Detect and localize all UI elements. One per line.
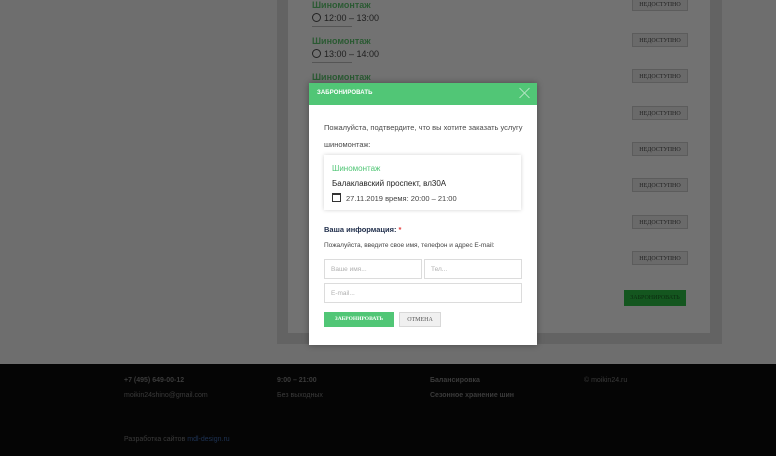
footer-days: Без выходных: [277, 392, 323, 399]
footer-email[interactable]: moikin24shino@gmail.com: [124, 392, 208, 399]
footer-hours: 9:00 – 21:00: [277, 377, 317, 384]
submit-booking-button[interactable]: ЗАБРОНИРОВАТЬ: [324, 312, 394, 327]
unavailable-button[interactable]: НЕДОСТУПНО: [632, 69, 688, 83]
footer-link-storage[interactable]: Сезонное хранение шин: [430, 392, 514, 399]
email-input[interactable]: [324, 283, 522, 303]
confirm-text: Пожалуйста, подтвердите, что вы хотите з…: [324, 123, 523, 149]
footer: +7 (495) 649-00-12 moikin24shino@gmail.c…: [0, 364, 776, 456]
clock-icon: [312, 49, 321, 58]
booking-modal: ЗАБРОНИРОВАТЬ Пожалуйста, подтвердите, ч…: [309, 83, 537, 345]
slot-title: Шиномонтаж: [312, 0, 371, 10]
slot-time: 12:00 – 13:00: [312, 13, 379, 23]
service-name: Шиномонтаж: [332, 164, 381, 173]
slot-time-text: 13:00 – 14:00: [324, 49, 380, 59]
info-label-text: Ваша информация:: [324, 225, 397, 234]
slot-time: 13:00 – 14:00: [312, 49, 379, 59]
unavailable-button[interactable]: НЕДОСТУПНО: [632, 33, 688, 47]
modal-title: ЗАБРОНИРОВАТЬ: [317, 90, 373, 96]
unavailable-button[interactable]: НЕДОСТУПНО: [632, 106, 688, 120]
footer-dev-prefix: Разработка сайтов: [124, 436, 186, 443]
slot-title: Шиномонтаж: [312, 72, 371, 82]
cancel-button[interactable]: ОТМЕНА: [399, 312, 441, 327]
slot-title: Шиномонтаж: [312, 36, 371, 46]
footer-developer: Разработка сайтов mdl-design.ru: [124, 436, 230, 443]
unavailable-button[interactable]: НЕДОСТУПНО: [632, 0, 688, 11]
name-input[interactable]: [324, 259, 422, 279]
slot-subtext: [312, 62, 352, 63]
footer-link-balancing[interactable]: Балансировка: [430, 377, 480, 384]
book-slot-button[interactable]: ЗАБРОНИРОВАТЬ: [624, 290, 686, 306]
unavailable-button[interactable]: НЕДОСТУПНО: [632, 251, 688, 265]
unavailable-button[interactable]: НЕДОСТУПНО: [632, 142, 688, 156]
service-address: Балаклавский проспект, вл30А: [332, 179, 447, 188]
info-label: Ваша информация: *: [324, 225, 401, 234]
calendar-icon: [332, 193, 341, 202]
slot-time-text: 12:00 – 13:00: [324, 13, 380, 23]
clock-icon: [312, 13, 321, 22]
unavailable-button[interactable]: НЕДОСТУПНО: [632, 215, 688, 229]
slot-subtext: [312, 26, 352, 27]
service-date: 27.11.2019 время: 20:00 – 21:00: [332, 193, 457, 203]
unavailable-button[interactable]: НЕДОСТУПНО: [632, 178, 688, 192]
footer-dev-link[interactable]: mdl-design.ru: [187, 436, 229, 443]
footer-phone[interactable]: +7 (495) 649-00-12: [124, 377, 184, 384]
close-icon[interactable]: [519, 87, 531, 99]
service-date-text: 27.11.2019 время: 20:00 – 21:00: [346, 194, 457, 203]
footer-copyright: © moikin24.ru: [584, 377, 628, 384]
phone-input[interactable]: [424, 259, 522, 279]
modal-header: ЗАБРОНИРОВАТЬ: [309, 83, 537, 105]
required-mark: *: [398, 225, 402, 234]
info-hint: Пожалуйста, введите свое имя, телефон и …: [324, 242, 495, 249]
service-summary: Шиномонтаж Балаклавский проспект, вл30А …: [324, 155, 521, 210]
